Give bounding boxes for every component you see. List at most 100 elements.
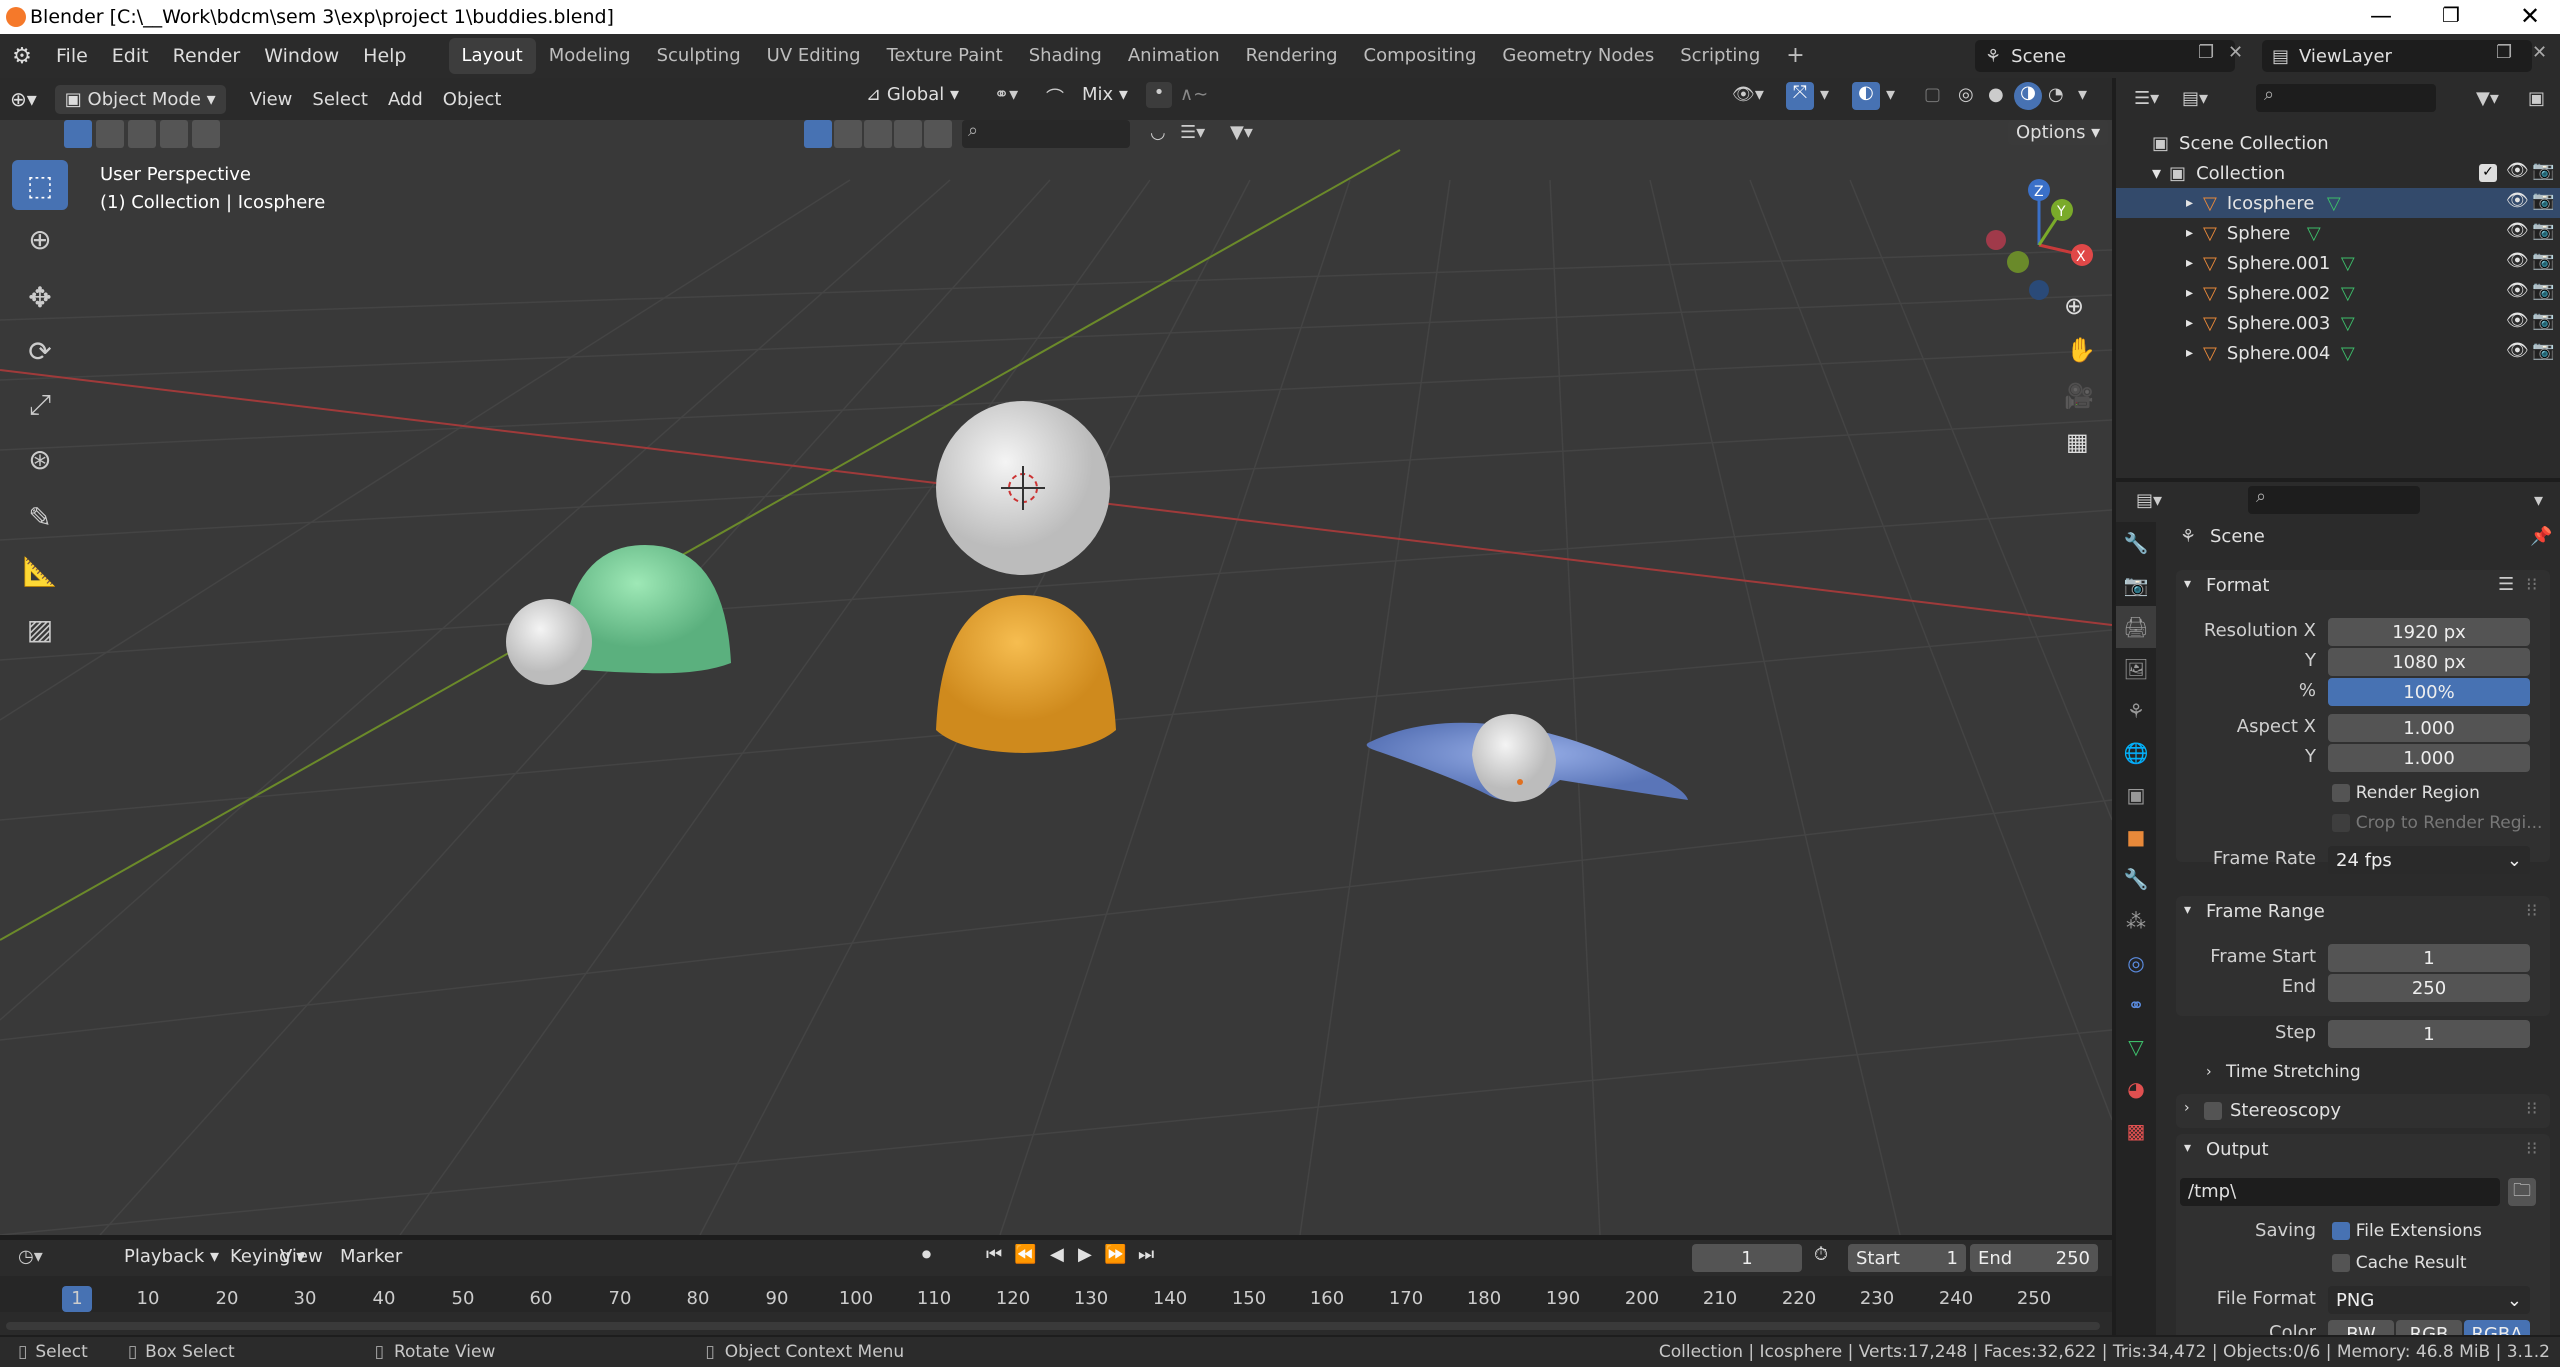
move-tool[interactable]: ✥ xyxy=(12,272,68,322)
outliner-row-icosphere[interactable]: ▸ ▽ Icosphere ▽ 👁 📷 xyxy=(2116,188,2560,218)
frame-rate-dropdown[interactable]: 24 fps ⌄ xyxy=(2328,846,2530,874)
data-tab-icon[interactable]: ▽ xyxy=(2116,1026,2156,1068)
proportional-edit-icon[interactable]: • xyxy=(1146,82,1172,108)
render-camera-icon[interactable]: 📷 xyxy=(2532,250,2554,271)
render-camera-icon[interactable]: 📷 xyxy=(2532,340,2554,361)
render-camera-icon[interactable]: 📷 xyxy=(2532,310,2554,331)
stopwatch-icon[interactable]: ⏱ xyxy=(1814,1244,1828,1265)
list-icon[interactable]: ☰▾ xyxy=(1180,122,1205,143)
menu-select[interactable]: Select xyxy=(302,89,378,110)
viewlayer-copy-icon[interactable]: ❐ xyxy=(2496,42,2512,63)
tab-modeling[interactable]: Modeling xyxy=(536,38,644,74)
scene-collection-row[interactable]: ▣ Scene Collection xyxy=(2116,128,2560,158)
output-collapse-icon[interactable]: ▾ xyxy=(2184,1140,2191,1156)
frame-start-field[interactable]: 1 xyxy=(2328,944,2530,972)
menu-edit[interactable]: Edit xyxy=(100,34,161,78)
expand-icon[interactable]: ▸ xyxy=(2186,345,2193,361)
time-stretching-expand-icon[interactable]: › xyxy=(2206,1064,2212,1080)
tab-layout[interactable]: Layout xyxy=(448,38,536,74)
folder-icon[interactable]: 🗀 xyxy=(2508,1178,2536,1206)
tab-compositing[interactable]: Compositing xyxy=(1351,38,1490,74)
render-tab-icon[interactable]: 📷 xyxy=(2116,564,2156,606)
file-extensions-box[interactable] xyxy=(2332,1222,2350,1240)
overlay-dropdown-icon[interactable]: ▾ xyxy=(1886,84,1895,105)
presets-icon[interactable]: ☰ xyxy=(2498,574,2514,595)
funnel-icon[interactable]: ▼▾ xyxy=(1230,122,1253,143)
outliner-row-sphere-001[interactable]: ▸ ▽ Sphere.001 ▽ 👁 📷 xyxy=(2116,248,2560,278)
output-path-field[interactable]: /tmp\ xyxy=(2180,1178,2500,1206)
expand-icon[interactable]: ▸ xyxy=(2186,315,2193,331)
snap-icon[interactable]: ⌒ xyxy=(1046,84,1064,110)
menu-window[interactable]: Window xyxy=(252,34,351,78)
collection-tab-icon[interactable]: ▣ xyxy=(2116,774,2156,816)
outliner-editor-icon[interactable]: ☰▾ xyxy=(2134,88,2159,109)
cache-result-checkbox[interactable]: Cache Result xyxy=(2332,1252,2467,1273)
step-field[interactable]: 1 xyxy=(2328,1020,2530,1048)
measure-tool[interactable]: 📐 xyxy=(12,546,68,596)
shading-material-icon[interactable]: ◑ xyxy=(2014,82,2042,110)
properties-options-icon[interactable]: ▾ xyxy=(2534,490,2543,511)
collection-expand-icon[interactable]: ▾ xyxy=(2152,163,2161,184)
visibility-eye-icon[interactable]: 👁 xyxy=(2506,220,2529,241)
output-tab-icon[interactable]: 🖨 xyxy=(2116,606,2156,648)
cursor-tool[interactable]: ⊕ xyxy=(12,214,68,264)
render-camera-icon[interactable]: 📷 xyxy=(2532,190,2554,211)
visibility-icon[interactable]: 👁▾ xyxy=(1732,84,1764,105)
color-rgb-button[interactable]: RGB xyxy=(2396,1320,2462,1335)
object-tab-icon[interactable]: ■ xyxy=(2116,816,2156,858)
material-tab-icon[interactable]: ◕ xyxy=(2116,1068,2156,1110)
visibility-eye-icon[interactable]: 👁 xyxy=(2506,190,2529,211)
tab-animation[interactable]: Animation xyxy=(1115,38,1233,74)
jump-start-icon[interactable]: ⏮ xyxy=(986,1244,1002,1265)
crop-box[interactable] xyxy=(2332,814,2350,832)
add-cube-tool[interactable]: ▨ xyxy=(12,604,68,654)
color-bw-button[interactable]: BW xyxy=(2328,1320,2394,1335)
rotate-tool[interactable]: ⟳ xyxy=(12,326,68,376)
prev-keyframe-icon[interactable]: ⏪ xyxy=(1014,1244,1036,1265)
drag-handle-icon[interactable]: ⁝⁝ xyxy=(2526,1098,2537,1119)
mode-dropdown[interactable]: ▣ Object Mode ▾ xyxy=(54,84,226,114)
gizmo-type-icon[interactable] xyxy=(804,120,832,148)
3d-viewport[interactable]: ⌕ ◡ ☰▾ ▼▾ Options ▾ User Perspective (1)… xyxy=(0,120,2112,1235)
crop-checkbox[interactable]: Crop to Render Regi... xyxy=(2332,812,2542,833)
render-camera-icon[interactable]: 📷 xyxy=(2532,220,2554,241)
snap-dropdown[interactable]: Mix ▾ xyxy=(1082,84,1128,105)
tab-shading[interactable]: Shading xyxy=(1016,38,1115,74)
menu-object[interactable]: Object xyxy=(433,89,512,110)
pan-hand-icon[interactable]: ✋ xyxy=(2066,336,2096,364)
cache-result-box[interactable] xyxy=(2332,1254,2350,1272)
shading-solid-icon[interactable]: ● xyxy=(1988,84,2004,105)
gizmo-type-buttons[interactable] xyxy=(804,120,952,148)
scene-copy-icon[interactable]: ❐ xyxy=(2198,42,2214,63)
outliner-row-sphere[interactable]: ▸ ▽ Sphere ▽ 👁 📷 xyxy=(2116,218,2560,248)
texture-tab-icon[interactable]: ▩ xyxy=(2116,1110,2156,1152)
pivot-icon[interactable]: ⚭▾ xyxy=(994,84,1018,105)
expand-icon[interactable]: ▸ xyxy=(2186,255,2193,271)
tab-sculpting[interactable]: Sculpting xyxy=(644,38,754,74)
select-intersect-icon[interactable] xyxy=(192,120,220,148)
render-region-box[interactable] xyxy=(2332,784,2350,802)
add-workspace-icon[interactable]: + xyxy=(1773,38,1817,74)
pin-icon[interactable]: 📌 xyxy=(2530,526,2552,547)
tab-geometry-nodes[interactable]: Geometry Nodes xyxy=(1489,38,1667,74)
tab-texture-paint[interactable]: Texture Paint xyxy=(874,38,1016,74)
render-camera-icon[interactable]: 📷 xyxy=(2532,280,2554,301)
select-box-tool[interactable]: ⬚ xyxy=(12,160,68,210)
timeline-start-field[interactable]: Start 1 xyxy=(1848,1244,1966,1272)
current-frame-field[interactable]: 1 xyxy=(1692,1244,1802,1272)
expand-icon[interactable]: ▸ xyxy=(2186,195,2193,211)
file-extensions-checkbox[interactable]: File Extensions xyxy=(2332,1220,2482,1241)
resolution-y-field[interactable]: 1080 px xyxy=(2328,648,2530,676)
constraints-tab-icon[interactable]: ⚭ xyxy=(2116,984,2156,1026)
stereoscopy-checkbox[interactable] xyxy=(2204,1102,2222,1120)
gizmo-toggle-icon[interactable]: ⤧ xyxy=(1786,82,1814,110)
gizmo-rotate-icon[interactable] xyxy=(864,120,892,148)
physics-tab-icon[interactable]: ◎ xyxy=(2116,942,2156,984)
collection-checkbox[interactable]: ✓ xyxy=(2479,164,2497,182)
camera-icon[interactable]: 🎥 xyxy=(2064,382,2094,410)
timeline-editor-icon[interactable]: ◷▾ xyxy=(18,1246,43,1267)
timeline-view-menu[interactable]: View xyxy=(280,1246,323,1267)
record-icon[interactable]: ⏺ xyxy=(922,1244,931,1265)
expand-icon[interactable]: ▸ xyxy=(2186,225,2193,241)
resolution-pct-slider[interactable]: 100% xyxy=(2328,678,2530,706)
